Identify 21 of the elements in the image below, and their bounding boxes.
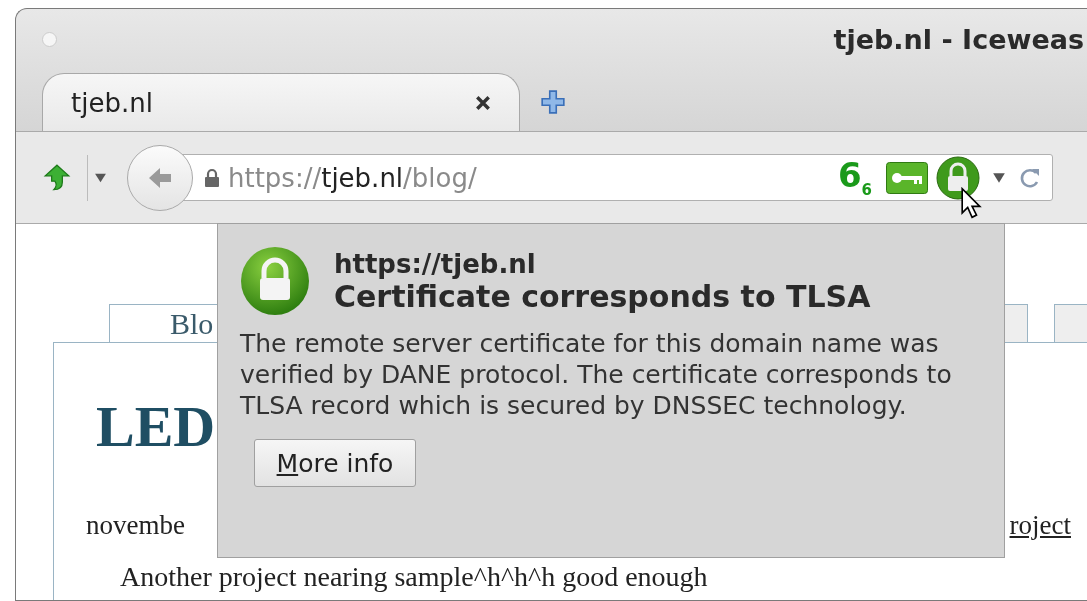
popup-description: The remote server certificate for this domain name was verified by DANE protocol. The certificate corresponds to TLSA record which is secured by DNSSEC technology. [240,328,953,421]
post-heading: LED [96,393,216,460]
post-date: novembe [86,510,185,541]
mouse-cursor-icon [960,186,982,220]
post-paragraph: Another project nearing sample^h^h^h good enough [120,561,709,593]
more-info-button[interactable]: More info [254,439,416,487]
dropdown-icon[interactable] [992,171,1006,184]
new-tab-icon[interactable] [540,89,566,115]
lock-icon [240,246,310,316]
lock-icon [204,167,220,188]
key-icon[interactable] [886,161,928,194]
popup-title: Certificate corresponds to TLSA [334,278,871,314]
browser-tab[interactable]: tjeb.nl [42,73,520,131]
dropdown-icon[interactable] [94,171,107,184]
url-text: https://tjeb.nl/blog/ [228,162,477,193]
close-icon[interactable] [475,94,491,111]
project-link[interactable]: roject [1009,510,1071,541]
lock-icon[interactable] [936,155,980,200]
site-address: https://tjeb.nl [334,248,537,279]
counter-label: 6$_{6}$ [837,157,872,198]
window-title: tjeb.nl - Iceweas [833,23,1084,55]
